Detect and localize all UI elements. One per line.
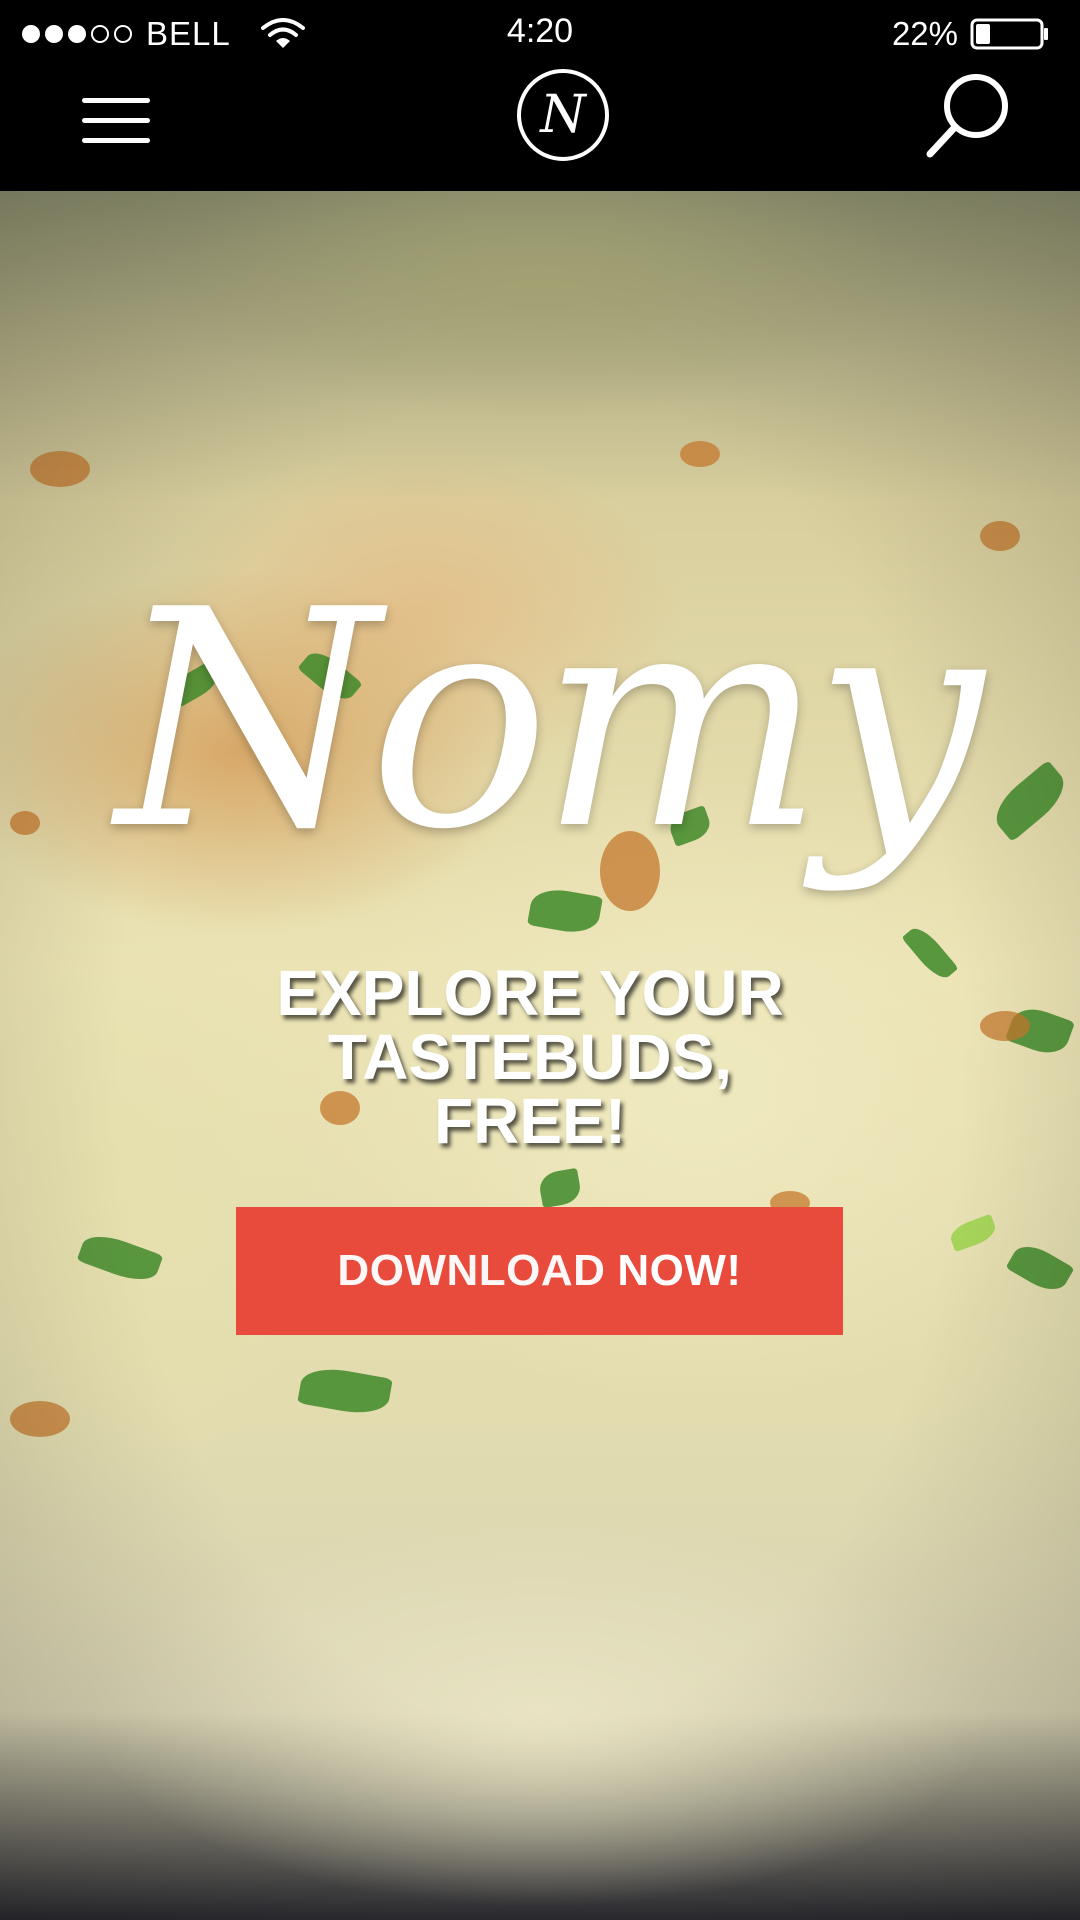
status-right: 22%: [892, 14, 1050, 54]
top-bar: BELL 4:20 22% N: [0, 0, 1080, 191]
menu-line: [82, 138, 150, 143]
herb-fleck: [537, 1167, 583, 1209]
herb-fleck: [297, 1363, 393, 1419]
menu-line: [82, 98, 150, 103]
char-spot: [980, 1011, 1030, 1041]
char-spot: [10, 811, 40, 835]
char-spot: [30, 451, 90, 487]
hamburger-menu-icon[interactable]: [82, 98, 150, 144]
cta-label-part1: DOWNLOAD: [337, 1246, 606, 1295]
tagline-line: EXPLORE YOUR: [276, 957, 784, 1029]
logo-badge-icon[interactable]: N: [516, 68, 610, 162]
brand-wordmark: Nomy: [116, 546, 983, 895]
battery-icon: [970, 18, 1048, 50]
app-screen: BELL 4:20 22% N Nomy EXPLORE YOUR TASTEB…: [0, 0, 1080, 1920]
search-icon[interactable]: [924, 70, 1014, 160]
battery-percent: 22%: [891, 15, 958, 52]
char-spot: [980, 521, 1020, 551]
char-spot: [10, 1401, 70, 1437]
tagline: EXPLORE YOUR TASTEBUDS, FREE!: [180, 961, 880, 1153]
herb-fleck: [901, 922, 959, 984]
tagline-line: TASTEBUDS,: [327, 1021, 733, 1093]
herb-fleck: [947, 1213, 999, 1253]
download-now-button[interactable]: DOWNLOAD NOW!: [236, 1207, 843, 1335]
herb-fleck: [1005, 1238, 1075, 1298]
herb-fleck: [1004, 1001, 1076, 1061]
char-spot: [680, 441, 720, 467]
hero-section: Nomy EXPLORE YOUR TASTEBUDS, FREE! DOWNL…: [0, 191, 1080, 1920]
cta-label-part2: NOW!: [617, 1246, 742, 1295]
tagline-line: FREE!: [434, 1085, 626, 1157]
logo-letter: N: [538, 85, 587, 145]
herb-fleck: [76, 1228, 164, 1288]
menu-line: [82, 118, 150, 123]
